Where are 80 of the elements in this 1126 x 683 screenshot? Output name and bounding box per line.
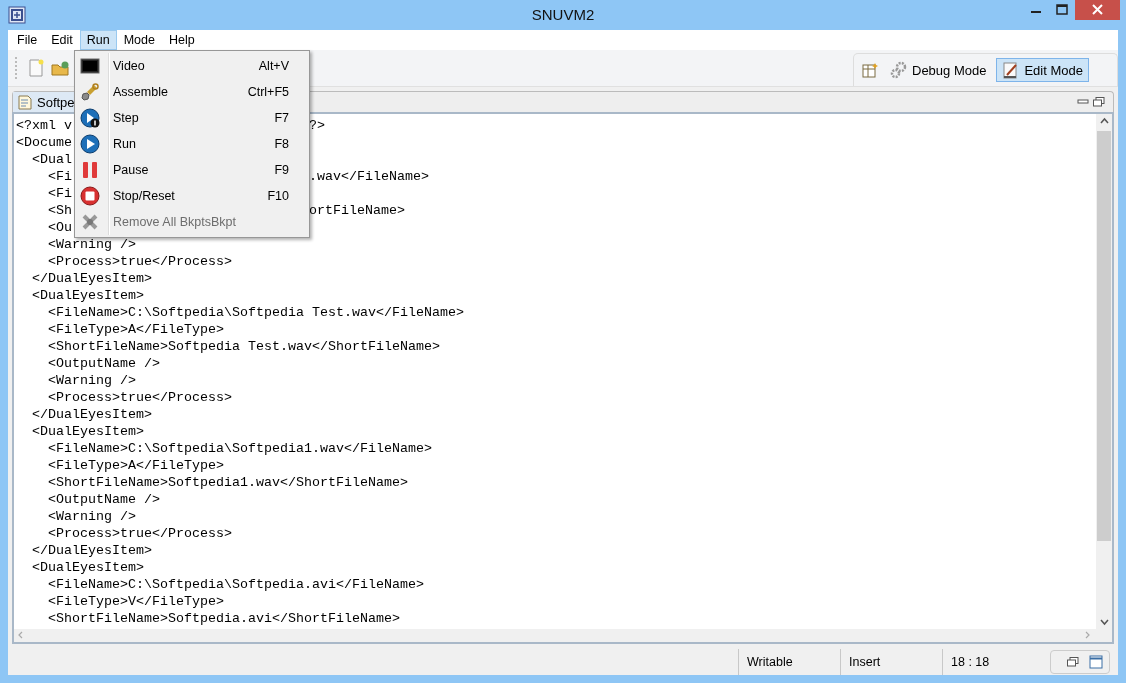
code-line: <Warning /> — [47, 373, 136, 388]
app-icon — [8, 6, 26, 24]
menu-item-label: Run — [113, 137, 136, 151]
status-text: 18 : 18 — [942, 649, 1044, 675]
code-line: <FileType>V</FileType> — [47, 594, 224, 609]
menu-item[interactable]: Stop/Reset F10 — [75, 183, 309, 209]
shortcut-label: Ctrl+F5 — [247, 85, 289, 99]
menu-item[interactable]: Run F8 — [75, 131, 309, 157]
code-line: <Process>true</Process> — [47, 390, 232, 405]
perspective-button[interactable]: Edit Mode — [996, 58, 1089, 82]
code-line: <FileType>A</FileType> — [47, 458, 224, 473]
stop-icon — [80, 186, 100, 206]
pause-icon — [80, 160, 100, 180]
code-line: <ShortFileName>Softpedia1.wav</ShortFileName> — [47, 475, 408, 490]
restore-icon[interactable] — [1093, 97, 1105, 107]
horizontal-scrollbar[interactable] — [14, 629, 1112, 642]
step-icon — [80, 108, 100, 128]
menu-item-label: Assemble — [113, 85, 168, 99]
gears-icon — [890, 61, 908, 79]
vertical-scrollbar[interactable] — [1096, 114, 1112, 629]
menu-item[interactable]: Run — [79, 30, 117, 50]
code-line: <Warning /> — [47, 509, 136, 524]
code-line: </DualEyesItem> — [31, 271, 152, 286]
code-line: <DualEyesItem> — [31, 424, 144, 439]
code-line: <FileName>C:\Softpedia\Softpedia.avi</FileName> — [47, 577, 424, 592]
code-line: </DualEyesItem> — [31, 407, 152, 422]
status-text: Insert — [840, 649, 942, 675]
shortcut-label: F9 — [274, 163, 289, 177]
code-line: <Warning /> — [47, 237, 136, 252]
code-line: <?xml v — [16, 118, 72, 133]
close-icon[interactable] — [1075, 0, 1120, 20]
menu-item-label: Step — [113, 111, 139, 125]
menu-item-label: Pause — [113, 163, 149, 177]
screen-icon — [80, 56, 100, 76]
folder-icon[interactable] — [51, 59, 71, 77]
perspective-button[interactable]: Debug Mode — [884, 58, 993, 82]
shortcut-label: F7 — [274, 111, 289, 125]
code-line: ?> — [309, 117, 325, 134]
play-icon — [80, 134, 100, 154]
restore-icon[interactable] — [1067, 657, 1079, 667]
code-line: <DualEyesItem> — [31, 560, 144, 575]
document-icon — [17, 94, 33, 110]
menu-item[interactable]: Mode — [116, 30, 162, 50]
menu-item-label: Video — [113, 59, 145, 73]
menu-item[interactable]: Pause F9 — [75, 157, 309, 183]
window-title: SNUVM2 — [531, 6, 595, 23]
cross-icon — [80, 212, 100, 232]
menu-item[interactable]: File — [10, 30, 45, 50]
menu-item-label: Stop/Reset — [113, 189, 175, 203]
code-line: </DualEyesItem> — [31, 543, 152, 558]
code-line: <Docume — [16, 135, 72, 150]
code-line: <OutputName /> — [47, 492, 160, 507]
menu-item[interactable]: Help — [161, 30, 202, 50]
code-line: <Process>true</Process> — [47, 254, 232, 269]
code-line: <FileName>C:\Softpedia\Softpedia Test.wav</FileName> — [47, 305, 464, 320]
code-line: <DualEyesItem> — [31, 288, 144, 303]
minimize-icon[interactable] — [1077, 97, 1089, 107]
code-line: <Dual — [31, 152, 72, 167]
code-line: <ShortFileName>Softpedia.avi</ShortFileName> — [47, 611, 400, 626]
code-line: ortFileName> — [309, 202, 405, 219]
shortcut-label: F10 — [267, 189, 289, 203]
shortcut-label: F8 — [274, 137, 289, 151]
code-line: <Fi — [47, 169, 72, 184]
code-line: <Sh — [47, 203, 72, 218]
scroll-thumb[interactable] — [1097, 131, 1111, 541]
code-line: <Process>true</Process> — [47, 526, 232, 541]
code-line: <FileType>A</FileType> — [47, 322, 224, 337]
code-line: .wav</FileName> — [309, 168, 429, 185]
menu-item[interactable]: Video Alt+V — [75, 53, 309, 79]
code-line: <Fi — [47, 186, 72, 201]
code-line: <ShortFileName>Softpedia Test.wav</ShortFileName> — [47, 339, 440, 354]
code-line: <OutputName /> — [47, 356, 160, 371]
menu-item-label: Remove All BkptsBkpt — [113, 215, 236, 229]
window-icon[interactable] — [1089, 655, 1103, 669]
code-line: <FileName>C:\Softpedia\Softpedia1.wav</FileName> — [47, 441, 432, 456]
table-icon[interactable] — [862, 62, 878, 78]
code-line: <Ou — [47, 220, 72, 235]
status-text: Writable — [738, 649, 840, 675]
menu-item[interactable]: Edit — [44, 30, 80, 50]
shortcut-label: Alt+V — [258, 59, 289, 73]
